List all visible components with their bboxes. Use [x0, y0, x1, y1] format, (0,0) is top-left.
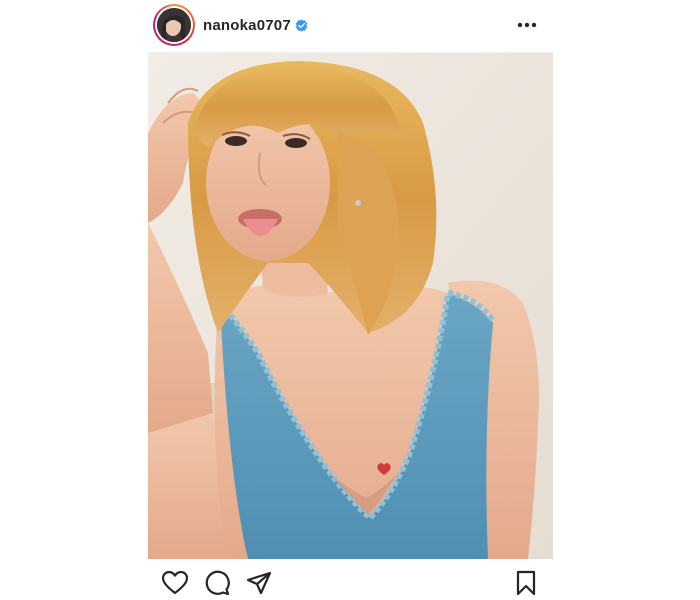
- story-ring[interactable]: [153, 4, 195, 46]
- instagram-post: nanoka0707: [0, 0, 700, 600]
- bookmark-icon[interactable]: [513, 570, 539, 596]
- more-options-icon[interactable]: [515, 14, 539, 36]
- username-area[interactable]: nanoka0707: [203, 0, 308, 50]
- post-actions: [148, 562, 553, 600]
- post-header: nanoka0707: [148, 0, 553, 53]
- post-image[interactable]: [148, 53, 553, 559]
- username[interactable]: nanoka0707: [203, 17, 291, 34]
- send-icon[interactable]: [246, 570, 272, 596]
- verified-badge-icon: [295, 18, 308, 32]
- comment-icon[interactable]: [204, 570, 230, 596]
- avatar[interactable]: [157, 8, 191, 42]
- heart-icon[interactable]: [162, 570, 188, 596]
- photo-illustration: [148, 53, 553, 559]
